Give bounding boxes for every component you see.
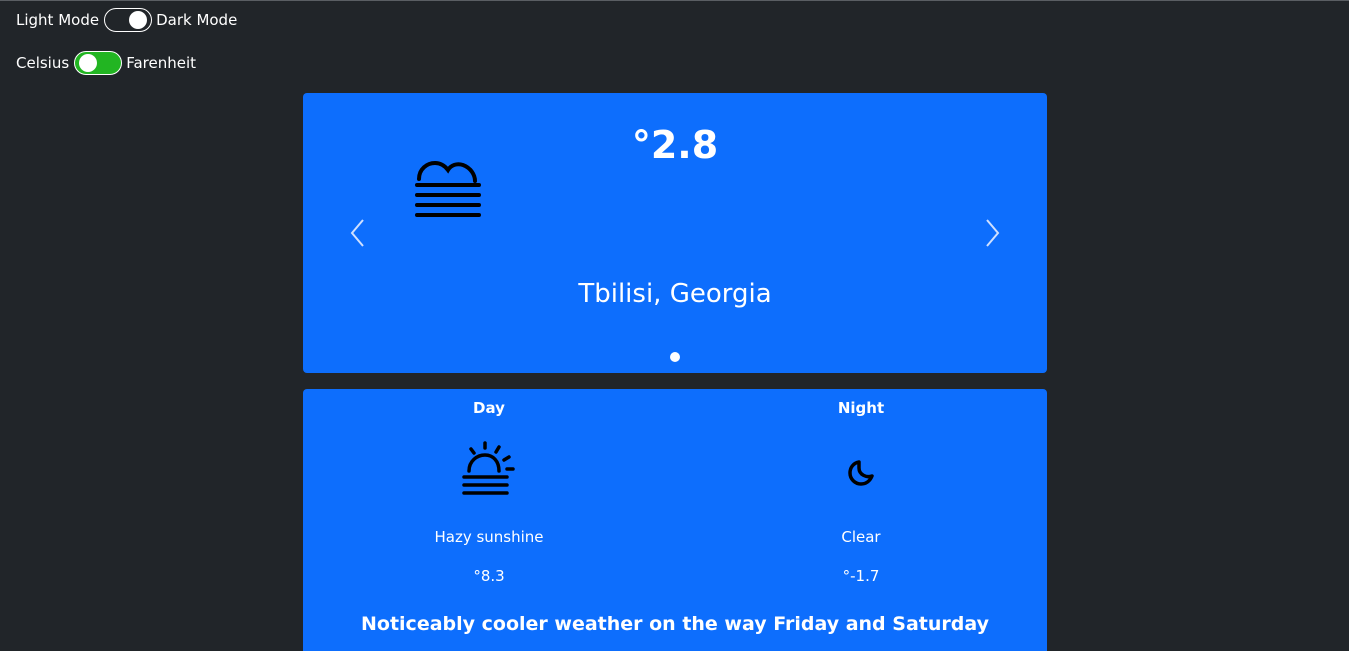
forecast-headline: Noticeably cooler weather on the way Fri… [361,613,989,635]
day-temperature: °8.3 [473,567,505,585]
farenheit-label: Farenheit [126,54,196,72]
unit-toggle-row: Celsius Farenheit [16,50,196,76]
theme-toggle-row: Light Mode Dark Mode [16,7,237,33]
clear-night-moon-icon [848,460,874,486]
fog-icon [413,157,483,225]
day-description: Hazy sunshine [434,528,544,546]
carousel-indicator[interactable] [670,352,680,362]
day-heading: Day [473,399,505,417]
theme-toggle-switch[interactable] [104,8,153,32]
celsius-label: Celsius [16,54,70,72]
hazy-sun-icon [462,441,515,495]
unit-toggle-switch[interactable] [74,51,123,75]
night-heading: Night [837,399,885,417]
carousel-previous-button[interactable] [347,217,369,253]
dark-mode-label: Dark Mode [156,11,238,29]
current-weather-carousel: °2.8 Tbilisi, Georgia [303,93,1047,373]
light-mode-label: Light Mode [16,11,100,29]
carousel-next-button[interactable] [981,217,1003,253]
location-name: Tbilisi, Georgia [578,279,772,309]
unit-toggle-knob [79,54,98,72]
theme-toggle-knob [129,11,148,29]
night-temperature: °-1.7 [842,567,880,585]
night-description: Clear [841,528,881,546]
forecast-card: Day Hazy sunshine °8.3 Night Clear °-1.7… [303,389,1047,651]
